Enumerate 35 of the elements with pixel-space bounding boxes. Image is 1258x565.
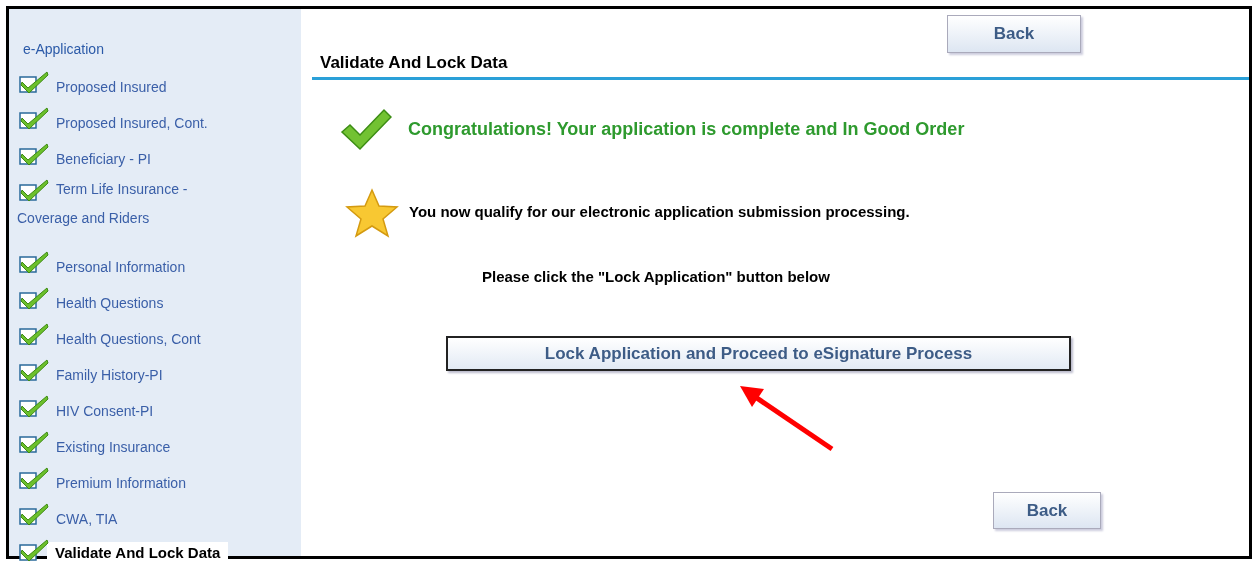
sidebar-item[interactable]: Premium Information bbox=[47, 469, 301, 498]
star-icon bbox=[345, 187, 399, 238]
sidebar-item[interactable]: CWA, TIA bbox=[47, 505, 301, 534]
back-button[interactable]: Back bbox=[947, 15, 1081, 53]
back-button[interactable]: Back bbox=[993, 492, 1101, 529]
instruction-text: Please click the "Lock Application" button below bbox=[482, 266, 831, 287]
checkbox-check-icon bbox=[19, 286, 49, 310]
sidebar-item[interactable]: Proposed Insured bbox=[47, 73, 301, 102]
sidebar-item[interactable]: Health Questions, Cont bbox=[47, 325, 301, 354]
checkbox-check-icon bbox=[19, 250, 49, 274]
checkbox-check-icon bbox=[19, 70, 49, 94]
qualify-message: You now qualify for our electronic application submission processing. bbox=[409, 202, 910, 223]
checkbox-check-icon bbox=[19, 430, 49, 454]
checkbox-check-icon bbox=[19, 466, 49, 490]
checkbox-check-icon bbox=[19, 394, 49, 418]
success-message: Congratulations! Your application is complete and In Good Order bbox=[408, 118, 965, 141]
section-title: Validate And Lock Data bbox=[312, 50, 1249, 80]
sidebar-heading: e-Application bbox=[23, 40, 105, 59]
sidebar-item[interactable]: HIV Consent-PI bbox=[47, 397, 301, 426]
checkbox-check-icon bbox=[19, 106, 49, 130]
sidebar-item[interactable]: Existing Insurance bbox=[47, 433, 301, 462]
checkbox-check-icon bbox=[19, 358, 49, 382]
sidebar-item[interactable]: Health Questions bbox=[47, 289, 301, 318]
sidebar-item[interactable]: Personal Information bbox=[47, 253, 301, 282]
checkbox-check-icon bbox=[19, 502, 49, 526]
sidebar-item[interactable]: Term Life Insurance - Coverage and Riders bbox=[17, 175, 242, 233]
checkbox-check-icon bbox=[19, 538, 49, 562]
checkbox-check-icon bbox=[19, 322, 49, 346]
sidebar-item[interactable]: Beneficiary - PI bbox=[47, 145, 301, 174]
checkbox-check-icon bbox=[19, 142, 49, 166]
lock-application-button[interactable]: Lock Application and Proceed to eSignature Process bbox=[446, 336, 1071, 371]
sidebar-item[interactable]: Proposed Insured, Cont. bbox=[47, 109, 301, 138]
checkbox-check-icon bbox=[19, 178, 49, 202]
sidebar-item[interactable]: Family History-PI bbox=[47, 361, 301, 390]
checkmark-icon bbox=[340, 107, 392, 152]
